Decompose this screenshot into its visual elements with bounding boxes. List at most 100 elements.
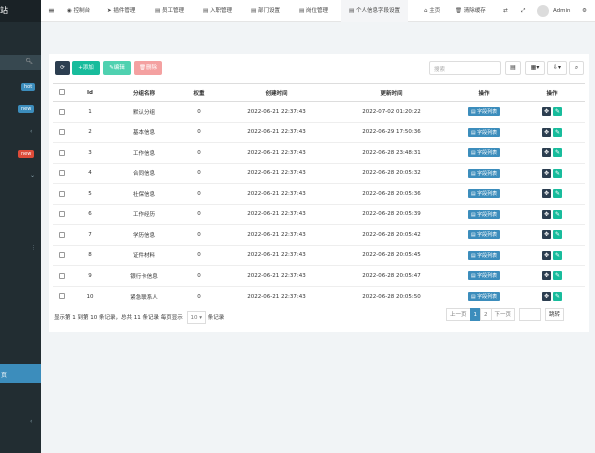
header-name[interactable]: 分组名称 xyxy=(109,83,179,102)
row-checkbox[interactable] xyxy=(53,244,71,266)
field-list-button[interactable]: ▤ 字段列表 xyxy=(467,292,501,301)
field-list-button[interactable]: ▤ 字段列表 xyxy=(467,189,501,199)
cell-actions: ✥ ✎ xyxy=(519,183,585,204)
move-icon[interactable]: ✥ xyxy=(542,168,551,178)
cell-id: 7 xyxy=(71,224,109,245)
tab-positions[interactable]: ▤ 岗位管理 xyxy=(299,0,328,22)
refresh-button[interactable]: ⟳ xyxy=(55,61,70,75)
jump-button[interactable]: 跳转 xyxy=(545,308,565,321)
header-updated[interactable]: 更新时间 xyxy=(334,83,449,102)
clear-cache-button[interactable]: 🗑︎ 清除缓存 xyxy=(455,0,486,22)
row-checkbox[interactable] xyxy=(53,203,71,225)
field-list-button[interactable]: ▤ 字段列表 xyxy=(467,168,501,178)
translate-icon[interactable]: ⇄ xyxy=(503,0,508,22)
avatar[interactable] xyxy=(537,5,549,17)
tab-personal-fields[interactable]: ▤ 个人信息字段设置 xyxy=(341,0,408,22)
field-list-button[interactable]: ▤ 字段列表 xyxy=(467,127,501,137)
jump-page-input[interactable] xyxy=(519,308,542,321)
edit-icon[interactable]: ✎ xyxy=(553,127,562,137)
list-icon: ▤ xyxy=(155,8,162,14)
cell-id: 6 xyxy=(71,203,109,225)
gear-icon[interactable]: ⚙ xyxy=(582,0,587,22)
cell-actions: ✥ ✎ xyxy=(519,121,585,143)
edit-icon[interactable]: ✎ xyxy=(553,230,562,240)
header-actions: 操作 xyxy=(519,83,585,102)
edit-icon[interactable]: ✎ xyxy=(553,292,562,301)
edit-icon[interactable]: ✎ xyxy=(553,168,562,178)
move-icon[interactable]: ✥ xyxy=(542,148,551,158)
row-checkbox[interactable] xyxy=(53,285,71,307)
tab-departments[interactable]: ▤ 部门设置 xyxy=(251,0,280,22)
tab-employees[interactable]: ▤ 员工管理 xyxy=(155,0,184,22)
edit-icon[interactable]: ✎ xyxy=(553,250,562,260)
table-row[interactable]: 6 工作经历 0 2022-06-21 22:37:43 2022-06-28 20:0… xyxy=(53,203,585,225)
columns-button[interactable]: ▦▾ xyxy=(525,61,545,75)
add-button[interactable]: +添加 xyxy=(72,61,100,75)
table-row[interactable]: 9 银行卡信息 0 2022-06-21 22:37:43 2022-06-28 20:… xyxy=(53,265,585,286)
table-row[interactable]: 8 证件材料 0 2022-06-21 22:37:43 2022-06-28 20:0… xyxy=(53,244,585,266)
edit-icon[interactable]: ✎ xyxy=(553,209,562,219)
move-icon[interactable]: ✥ xyxy=(542,230,551,240)
row-checkbox[interactable] xyxy=(53,265,71,286)
row-checkbox[interactable] xyxy=(53,101,71,122)
row-checkbox[interactable] xyxy=(53,224,71,245)
page-size-select[interactable]: 10 ▾ xyxy=(186,311,207,324)
field-list-button[interactable]: ▤ 字段列表 xyxy=(467,148,501,158)
tab-dashboard[interactable]: ◉ 控制台 xyxy=(67,0,90,22)
move-icon[interactable]: ✥ xyxy=(542,209,551,219)
edit-icon[interactable]: ✎ xyxy=(553,107,562,117)
search-input[interactable]: 搜索 xyxy=(429,61,501,75)
toggle-view-button[interactable]: ▤ xyxy=(505,61,521,75)
home-link[interactable]: ⌂ 主页 xyxy=(424,0,440,22)
field-list-button[interactable]: ▤ 字段列表 xyxy=(467,271,501,281)
table-row[interactable]: 1 默认分组 0 2022-06-21 22:37:43 2022-07-02 01:2… xyxy=(53,101,585,122)
cell-field-list: ▤ 字段列表 xyxy=(449,244,519,266)
move-icon[interactable]: ✥ xyxy=(542,250,551,260)
field-list-button[interactable]: ▤ 字段列表 xyxy=(467,209,501,219)
select-all-checkbox[interactable] xyxy=(53,83,71,102)
edit-icon[interactable]: ✎ xyxy=(553,148,562,158)
tab-plugins[interactable]: ➤ 插件管理 xyxy=(107,0,135,22)
tab-onboarding[interactable]: ▤ 入职管理 xyxy=(203,0,232,22)
row-checkbox[interactable] xyxy=(53,121,71,143)
move-icon[interactable]: ✥ xyxy=(542,107,551,117)
edit-button[interactable]: ✎编辑 xyxy=(103,61,131,75)
header-created[interactable]: 创建时间 xyxy=(219,83,334,102)
cell-field-list: ▤ 字段列表 xyxy=(449,101,519,122)
header-weight[interactable]: 权重 xyxy=(179,83,219,102)
field-list-button[interactable]: ▤ 字段列表 xyxy=(467,230,501,240)
edit-icon[interactable]: ✎ xyxy=(553,271,562,281)
table-row[interactable]: 5 社保信息 0 2022-06-21 22:37:43 2022-06-28 20:0… xyxy=(53,183,585,204)
field-list-button[interactable]: ▤ 字段列表 xyxy=(467,250,501,260)
cell-weight: 0 xyxy=(179,265,219,286)
cell-name: 基本信息 xyxy=(109,121,179,143)
export-button[interactable]: ⇩▾ xyxy=(547,61,567,75)
user-name[interactable]: Admin xyxy=(553,0,571,22)
field-list-button[interactable]: ▤ 字段列表 xyxy=(467,107,501,117)
search-button[interactable]: ⌕ xyxy=(569,61,584,75)
cell-weight: 0 xyxy=(179,224,219,245)
cell-name: 工作经历 xyxy=(109,203,179,225)
table-row[interactable]: 10 紧急联系人 0 2022-06-21 22:37:43 2022-06-28 20… xyxy=(53,285,585,307)
cell-weight: 0 xyxy=(179,285,219,307)
row-checkbox[interactable] xyxy=(53,162,71,184)
move-icon[interactable]: ✥ xyxy=(542,189,551,199)
table-row[interactable]: 4 合同信息 0 2022-06-21 22:37:43 2022-06-28 20:0… xyxy=(53,162,585,184)
table-row[interactable]: 2 基本信息 0 2022-06-21 22:37:43 2022-06-29 17:5… xyxy=(53,121,585,143)
move-icon[interactable]: ✥ xyxy=(542,127,551,137)
list-icon: ▤ xyxy=(251,8,258,14)
table-row[interactable]: 7 学历信息 0 2022-06-21 22:37:43 2022-06-28 20:0… xyxy=(53,224,585,245)
move-icon[interactable]: ✥ xyxy=(542,271,551,281)
prev-page-button[interactable]: 上一页 xyxy=(446,308,471,321)
table-row[interactable]: 3 工作信息 0 2022-06-21 22:37:43 2022-06-28 23:4… xyxy=(53,142,585,163)
menu-toggle-icon[interactable]: ≡ xyxy=(48,0,55,22)
row-checkbox[interactable] xyxy=(53,142,71,163)
move-icon[interactable]: ✥ xyxy=(542,292,551,301)
edit-icon[interactable]: ✎ xyxy=(553,189,562,199)
next-page-button[interactable]: 下一页 xyxy=(490,308,516,321)
cell-field-list: ▤ 字段列表 xyxy=(449,142,519,163)
row-checkbox[interactable] xyxy=(53,183,71,204)
delete-button[interactable]: 🗑︎删除 xyxy=(134,61,162,75)
fullscreen-icon[interactable]: ⤢ xyxy=(521,0,525,22)
header-id[interactable]: Id xyxy=(71,83,109,102)
